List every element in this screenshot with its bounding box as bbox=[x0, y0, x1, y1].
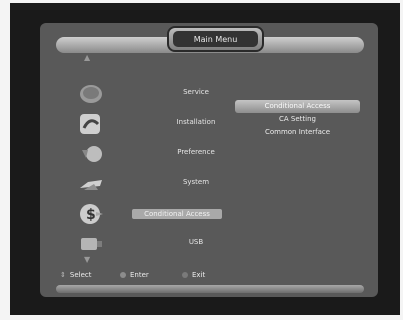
select-arrows-icon: ⇕ bbox=[60, 271, 66, 279]
preference-icon bbox=[82, 146, 102, 162]
usb-icon bbox=[81, 238, 102, 250]
enter-label: Enter bbox=[130, 271, 149, 279]
tv-frame: Main Menu ▲ Service Installation Prefere… bbox=[10, 3, 400, 315]
submenu-list: Conditional Access CA Setting Common Int… bbox=[235, 100, 360, 139]
title-tab: Main Menu bbox=[167, 26, 264, 52]
exit-button-icon bbox=[182, 272, 188, 278]
osd-screen: Main Menu ▲ Service Installation Prefere… bbox=[40, 23, 378, 297]
menu-item-preference[interactable]: Preference bbox=[60, 140, 260, 170]
page-title: Main Menu bbox=[173, 31, 258, 47]
menu-label-usb: USB bbox=[188, 238, 204, 246]
scroll-down-icon[interactable]: ▼ bbox=[84, 255, 90, 264]
footer-hints: ⇕ Select Enter Exit bbox=[56, 269, 364, 283]
menu-label-service: Service bbox=[183, 88, 209, 96]
submenu-item-conditional-access[interactable]: Conditional Access bbox=[235, 100, 360, 113]
menu-item-conditional-access[interactable]: $ Conditional Access bbox=[60, 200, 260, 230]
menu-label-preference: Preference bbox=[177, 148, 215, 156]
ok-button-icon bbox=[120, 272, 126, 278]
select-hint: ⇕ Select bbox=[60, 271, 91, 279]
submenu-item-ca-setting[interactable]: CA Setting bbox=[235, 113, 360, 126]
satellite-dish-icon bbox=[80, 114, 100, 134]
scroll-up-icon[interactable]: ▲ bbox=[84, 53, 90, 62]
exit-hint: Exit bbox=[182, 271, 205, 279]
menu-item-installation[interactable]: Installation bbox=[60, 110, 260, 140]
select-label: Select bbox=[69, 271, 92, 279]
system-icon bbox=[80, 180, 102, 190]
tv-icon bbox=[80, 85, 102, 103]
menu-label-system: System bbox=[182, 178, 210, 186]
menu-label-conditional-access: Conditional Access bbox=[132, 209, 222, 219]
menu-item-service[interactable]: Service bbox=[60, 80, 260, 110]
dollar-icon: $ bbox=[80, 204, 103, 224]
enter-hint: Enter bbox=[120, 271, 149, 279]
submenu-item-common-interface[interactable]: Common Interface bbox=[235, 126, 360, 139]
exit-label: Exit bbox=[192, 271, 206, 279]
menu-item-system[interactable]: System bbox=[60, 170, 260, 200]
svg-text:$: $ bbox=[86, 207, 96, 223]
footer-bar bbox=[56, 285, 364, 293]
